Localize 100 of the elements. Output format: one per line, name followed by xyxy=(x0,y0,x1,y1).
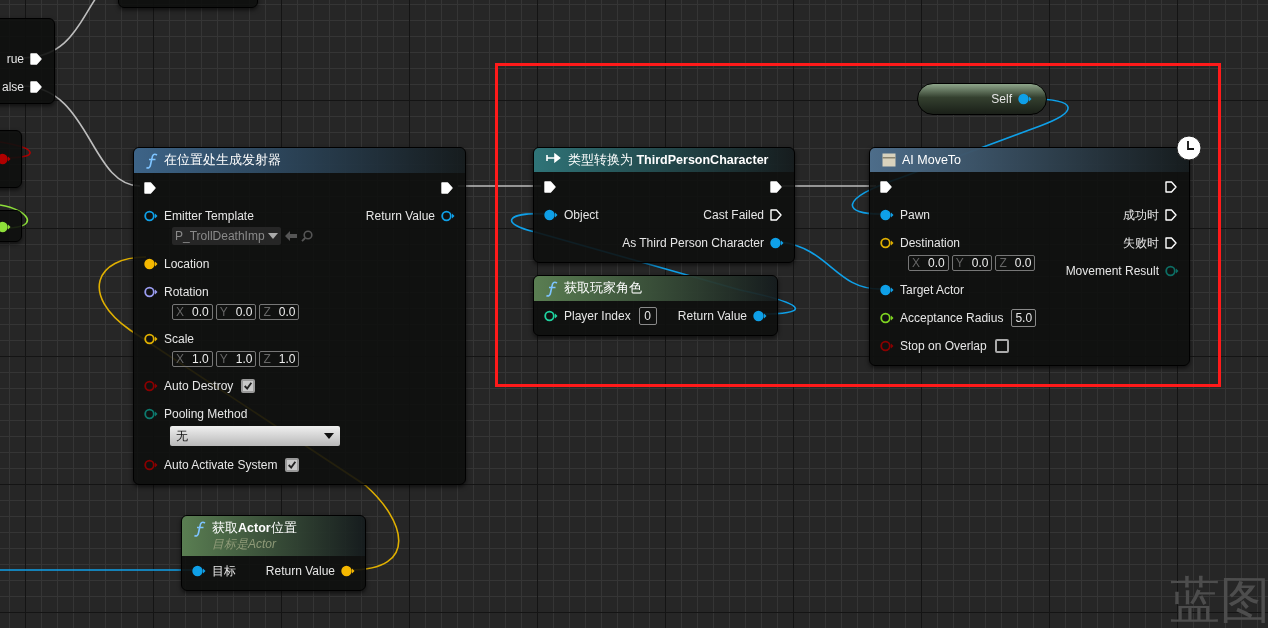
pin-label: Return Value xyxy=(265,564,335,578)
function-icon xyxy=(146,153,158,169)
pin-label: alse xyxy=(2,80,24,94)
axis-label: Z xyxy=(999,256,1007,270)
node-title: 获取玩家角色 xyxy=(564,280,642,296)
axis-label: Y xyxy=(219,352,228,366)
data-pin-icon[interactable] xyxy=(192,565,206,577)
exec-pin-icon[interactable] xyxy=(30,53,44,65)
caret-icon xyxy=(267,233,278,239)
number-field[interactable]: Z 0.0 xyxy=(259,304,300,320)
function-icon xyxy=(194,521,206,537)
axis-label: X xyxy=(176,352,184,366)
number-field[interactable]: Y 1.0 xyxy=(215,351,257,367)
exec-pin-icon[interactable] xyxy=(1165,237,1179,249)
pin-label: 成功时 xyxy=(1123,206,1159,224)
node-card[interactable]: rue alse xyxy=(0,18,55,104)
exec-pin-icon[interactable] xyxy=(880,181,894,193)
axis-label: Z xyxy=(263,352,271,366)
pin-label: rue xyxy=(6,52,24,66)
number-field[interactable]: Y 0.0 xyxy=(215,304,257,320)
data-pin-icon[interactable] xyxy=(880,237,894,249)
exec-pin-icon[interactable] xyxy=(544,181,558,193)
pin-label: Self xyxy=(991,92,1012,106)
left-arrow-icon[interactable] xyxy=(284,231,297,241)
pin-label: Return Value xyxy=(365,209,435,223)
number-field[interactable]: 0 xyxy=(638,307,657,325)
pin-label: Acceptance Radius xyxy=(900,311,1004,325)
pin-label: Cast Failed xyxy=(703,208,764,222)
checkbox[interactable] xyxy=(241,379,256,393)
pin-label: Auto Destroy xyxy=(164,379,234,393)
pin-label: Location xyxy=(164,257,210,271)
node-title: AI MoveTo xyxy=(902,152,962,168)
pin-label: Target Actor xyxy=(900,283,965,297)
pin-label: 失败时 xyxy=(1123,234,1159,252)
node-title: 在位置处生成发射器 xyxy=(164,152,281,168)
axis-label: X xyxy=(912,256,920,270)
axis-label: Z xyxy=(263,305,271,319)
number-field[interactable]: X 0.0 xyxy=(908,255,949,271)
node-card[interactable]: 在位置处生成发射器 Emitter Template P_TrollDeathImp Location Rotation X 0.0 Y 0.0 Z 0.0 Scale X 1.0 Y 1.0 Z 1.0 Auto Destroy Pooling Method 无 Auto Activate System Return Value xyxy=(133,147,466,485)
search-icon[interactable] xyxy=(300,230,313,242)
checkbox[interactable] xyxy=(994,339,1009,353)
number-field[interactable]: Y 0.0 xyxy=(951,255,993,271)
node-card[interactable]: 类型转换为 ThirdPersonCharacter Object Cast Failed As Third Person Character xyxy=(533,147,795,263)
data-pin-icon[interactable] xyxy=(144,333,158,345)
pin-label: Rotation xyxy=(164,285,209,299)
pin-label: Auto Activate System xyxy=(164,458,278,472)
exec-pin-icon[interactable] xyxy=(30,81,44,93)
number-field[interactable]: Z 1.0 xyxy=(259,351,300,367)
axis-label: Y xyxy=(219,305,228,319)
pin-label: Pawn xyxy=(900,208,931,222)
asset-picker[interactable]: P_TrollDeathImp xyxy=(172,227,281,245)
node-card[interactable]: AI MoveTo Pawn Destination X 0.0 Y 0.0 Z 0.0 Target Actor Acceptance Radius 5.0 Stop on Overlap 成功时 失败时 Movement Result xyxy=(869,147,1190,366)
data-pin-icon[interactable] xyxy=(880,284,894,296)
exec-pin-icon[interactable] xyxy=(770,209,784,221)
data-pin-icon[interactable] xyxy=(144,210,158,222)
pin-label: Object xyxy=(564,208,599,222)
pin-label: Emitter Template xyxy=(164,209,254,223)
exec-pin-icon[interactable] xyxy=(1165,181,1179,193)
axis-label: Y xyxy=(955,256,964,270)
pin-label: Destination xyxy=(900,236,961,250)
exec-pin-icon[interactable] xyxy=(441,182,455,194)
pin-label: Player Index xyxy=(564,309,631,323)
data-pin-icon[interactable] xyxy=(544,310,558,322)
function-icon xyxy=(546,281,558,297)
checkbox[interactable] xyxy=(285,458,300,472)
node-card[interactable]: 获取玩家角色 Player Index 0 Return Value xyxy=(533,275,778,336)
data-pin-icon[interactable] xyxy=(880,312,894,324)
data-pin-icon[interactable] xyxy=(0,221,11,233)
graph-label: 蓝图 xyxy=(1170,571,1268,628)
cast-arrow-icon xyxy=(546,153,562,163)
node-title: 类型转换为 ThirdPersonCharacter xyxy=(568,152,769,168)
data-pin-icon[interactable] xyxy=(441,210,455,222)
pin-label: 目标 xyxy=(212,562,236,580)
pin-label: As Third Person Character xyxy=(622,236,764,250)
axis-label: X xyxy=(176,305,184,319)
crate-icon xyxy=(882,153,896,167)
node-subtitle: 目标是Actor xyxy=(212,536,278,552)
node-title: 获取Actor位置 xyxy=(212,520,297,536)
pin-label: Stop on Overlap xyxy=(900,339,987,353)
exec-pin-icon[interactable] xyxy=(770,181,784,193)
pin-label: Return Value xyxy=(677,309,747,323)
data-pin-icon[interactable] xyxy=(770,237,784,249)
exec-pin-icon[interactable] xyxy=(1165,209,1179,221)
data-pin-icon[interactable] xyxy=(144,258,158,270)
number-field[interactable]: X 1.0 xyxy=(172,351,213,367)
data-pin-icon[interactable] xyxy=(753,310,767,322)
data-pin-icon[interactable] xyxy=(144,286,158,298)
node-card[interactable]: 获取Actor位置 目标是Actor 目标 Return Value xyxy=(181,515,366,591)
data-pin-icon[interactable] xyxy=(341,565,355,577)
data-pin-icon[interactable] xyxy=(544,209,558,221)
caret-icon xyxy=(324,433,334,439)
variable-node[interactable]: Self xyxy=(917,83,1047,115)
data-pin-icon[interactable] xyxy=(880,209,894,221)
exec-pin-icon[interactable] xyxy=(144,182,158,194)
pin-label: Pooling Method xyxy=(164,407,248,421)
dropdown[interactable]: 无 xyxy=(170,426,340,446)
pin-label: Movement Result xyxy=(1065,264,1159,278)
number-field[interactable]: 5.0 xyxy=(1011,309,1037,327)
number-field[interactable]: Z 0.0 xyxy=(995,255,1036,271)
number-field[interactable]: X 0.0 xyxy=(172,304,213,320)
